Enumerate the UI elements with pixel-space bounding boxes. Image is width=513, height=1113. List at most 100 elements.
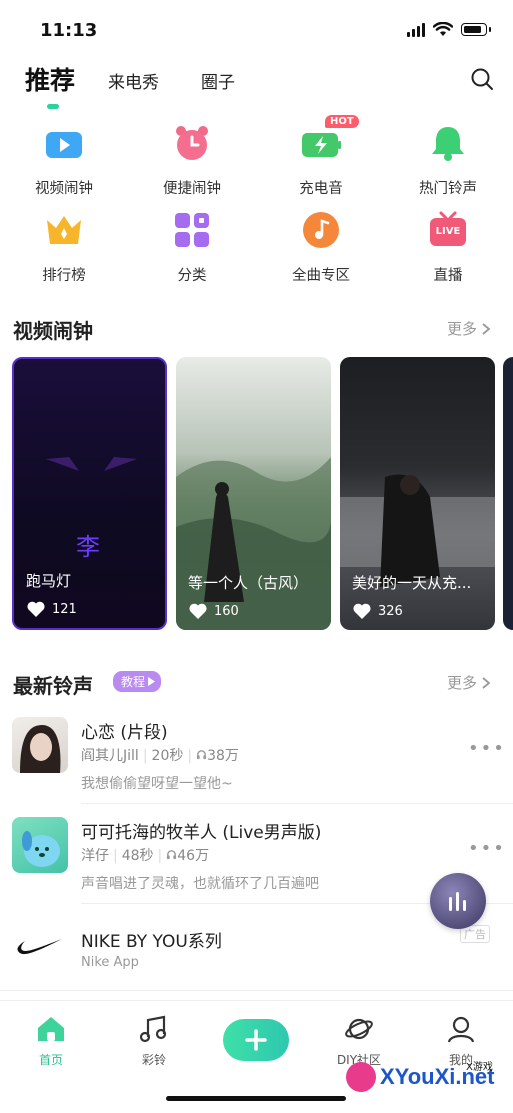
song-title[interactable]: 心恋 (片段)	[81, 718, 168, 743]
live-text: LIVE	[435, 226, 461, 237]
like-count: 160	[214, 603, 239, 619]
grid-hot-ringtones[interactable]: 热门铃声	[393, 123, 503, 198]
eyes-graphic	[46, 457, 137, 471]
grid-video-alarm[interactable]: 视频闹钟	[9, 123, 119, 198]
video-card[interactable]: 美好的一天从充... 326	[340, 357, 495, 630]
song-desc: 我想偷偷望呀望一望他~	[81, 776, 233, 792]
charging-battery-icon: HOT	[301, 115, 359, 163]
card-title: 等一个人（古风）	[188, 574, 309, 592]
grid-charging-sound[interactable]: HOT 充电音	[266, 115, 376, 198]
like-count: 121	[52, 601, 77, 617]
song-cover[interactable]	[12, 817, 68, 873]
live-tv-icon: LIVE	[428, 210, 468, 250]
chevron-right-icon	[482, 322, 491, 335]
grid-label: 视频闹钟	[35, 181, 93, 197]
divider	[81, 803, 513, 804]
nav-home[interactable]: 首页	[11, 1015, 91, 1068]
song-cover[interactable]	[12, 717, 68, 773]
ad-subtitle: Nike App	[81, 955, 139, 970]
grid-category[interactable]: 分类	[137, 210, 247, 285]
more-label: 更多	[447, 320, 478, 338]
card-likes: 160	[188, 602, 239, 620]
badge-label: 教程	[121, 675, 146, 689]
card-likes: 121	[26, 600, 77, 618]
home-indicator	[166, 1096, 346, 1101]
video-card[interactable]: 等一个人（古风） 160	[176, 357, 331, 630]
ad-title[interactable]: NIKE BY YOU系列	[81, 927, 222, 952]
play-triangle-icon	[148, 677, 156, 686]
card-title: 跑马灯	[26, 572, 72, 590]
video-card[interactable]: 李 跑马灯 121	[12, 357, 167, 630]
bell-icon	[428, 123, 468, 163]
song-meta: 洋仔 | 48秒 | 46万	[81, 848, 210, 864]
puppy-graphic	[22, 831, 60, 867]
grid-label: 热门铃声	[419, 181, 477, 197]
chevron-right-icon	[482, 676, 491, 689]
video-card-peek[interactable]	[503, 357, 513, 630]
ringtone-section-title: 最新铃声	[13, 674, 93, 698]
category-grid-icon	[172, 210, 212, 250]
nav-diy-community[interactable]: DIY社区	[319, 1015, 399, 1068]
tab-call-show[interactable]: 来电秀	[108, 68, 159, 93]
headphones-icon	[196, 750, 207, 760]
nav-create-button[interactable]	[223, 1019, 289, 1061]
search-icon[interactable]	[470, 67, 494, 91]
grid-label: 分类	[177, 268, 207, 284]
grid-label: 全曲专区	[292, 268, 350, 284]
music-note-icon	[301, 210, 341, 250]
heart-icon	[27, 601, 45, 617]
planet-icon	[345, 1018, 373, 1040]
tab-circle[interactable]: 圈子	[201, 68, 235, 93]
user-icon	[447, 1016, 475, 1043]
alarm-clock-icon	[172, 123, 212, 163]
song-title[interactable]: 可可托海的牧羊人 (Live男声版)	[81, 818, 321, 843]
tab-recommend[interactable]: 推荐	[25, 61, 75, 97]
grid-quick-alarm[interactable]: 便捷闹钟	[137, 123, 247, 198]
card-overlay-char: 李	[76, 533, 100, 561]
status-icons	[407, 22, 491, 37]
grid-label: 便捷闹钟	[163, 181, 221, 197]
audio-bars-icon	[449, 892, 466, 911]
floating-player-button[interactable]	[430, 873, 486, 929]
song-artist: 阎其儿Jill	[81, 748, 139, 764]
music-notes-icon	[139, 1015, 167, 1043]
grid-label: 直播	[433, 268, 463, 284]
video-section-title: 视频闹钟	[13, 319, 93, 343]
battery-icon	[461, 23, 487, 36]
home-icon	[38, 1017, 64, 1041]
song-duration: 20秒	[151, 748, 184, 764]
signal-icon	[407, 22, 425, 37]
song-meta: 阎其儿Jill | 20秒 | 38万	[81, 748, 239, 764]
video-more-link[interactable]: 更多	[447, 318, 491, 339]
status-time: 11:13	[40, 20, 98, 41]
card-title: 美好的一天从充...	[352, 574, 472, 592]
crown-icon	[44, 210, 84, 250]
more-options-icon[interactable]: •••	[468, 738, 506, 759]
grid-live[interactable]: LIVE 直播	[393, 210, 503, 285]
more-options-icon[interactable]: •••	[468, 838, 506, 859]
song-plays: 38万	[207, 748, 239, 764]
nav-label: 首页	[38, 1053, 63, 1067]
grid-ranking[interactable]: 排行榜	[9, 210, 119, 285]
video-camera-icon	[44, 123, 84, 163]
tab-indicator	[47, 104, 59, 109]
card-likes: 326	[352, 602, 403, 620]
divider	[0, 990, 513, 991]
like-count: 326	[378, 603, 403, 619]
grid-label: 排行榜	[42, 268, 86, 284]
grid-label: 充电音	[299, 181, 343, 197]
nav-label: 彩铃	[141, 1053, 166, 1067]
heart-icon	[353, 603, 371, 619]
nav-ringback[interactable]: 彩铃	[114, 1015, 194, 1068]
heart-icon	[189, 603, 207, 619]
song-plays: 46万	[177, 848, 210, 864]
tutorial-badge[interactable]: 教程	[113, 671, 162, 692]
nike-logo	[17, 939, 63, 955]
grid-full-songs[interactable]: 全曲专区	[266, 210, 376, 285]
portrait-graphic	[20, 725, 61, 773]
song-duration: 48秒	[121, 848, 154, 864]
song-artist: 洋仔	[81, 848, 109, 864]
song-desc: 声音唱进了灵魂，也就循环了几百遍吧	[81, 876, 319, 892]
ringtone-more-link[interactable]: 更多	[447, 672, 491, 693]
more-label: 更多	[447, 674, 478, 692]
